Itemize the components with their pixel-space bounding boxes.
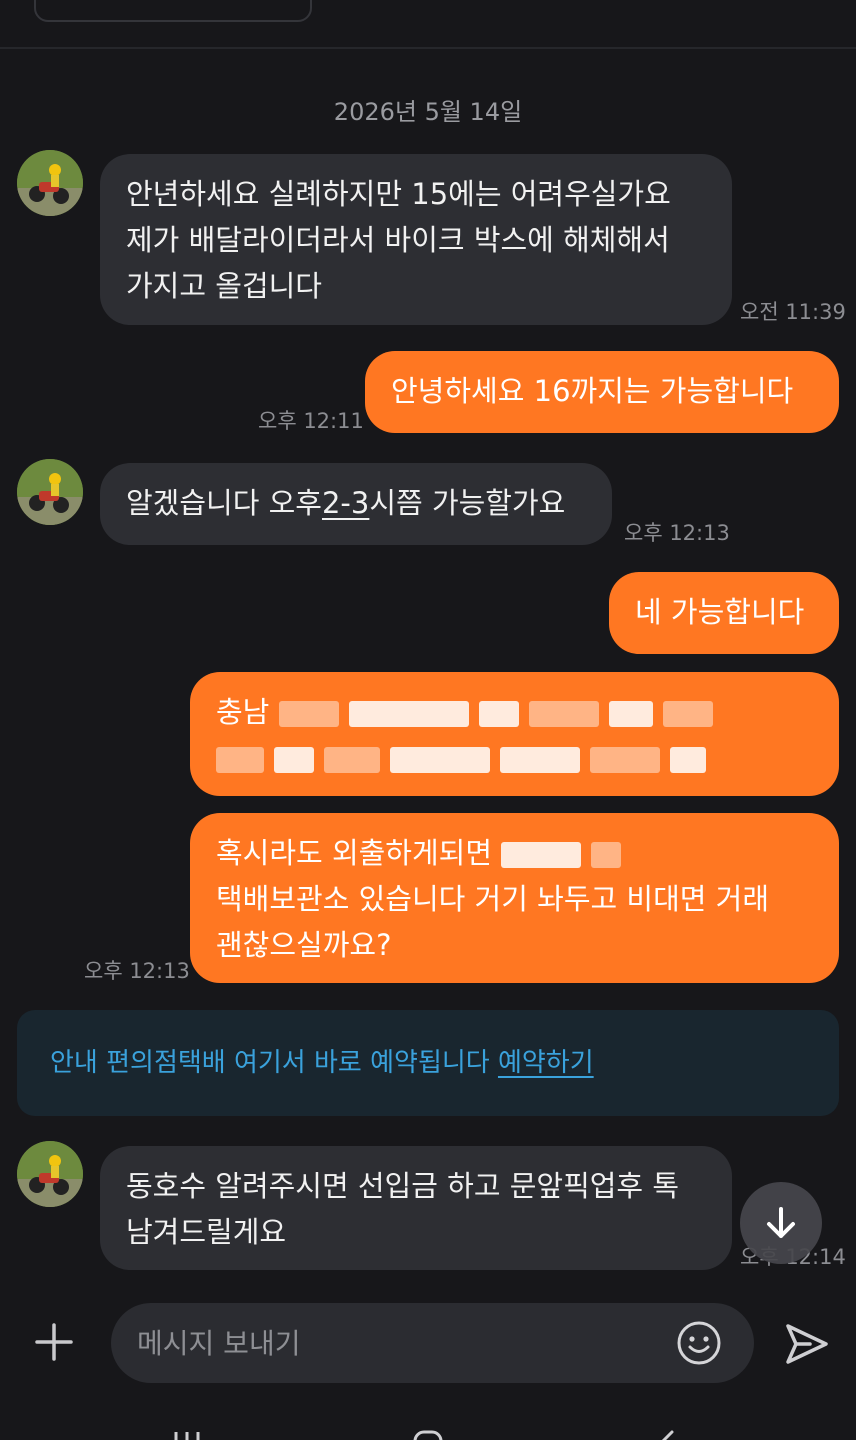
message-text: 가지고 올겁니다 — [126, 269, 322, 303]
message-bubble-received[interactable]: 안년하세요 실례하지만 15에는 어려우실가요 제가 배달라이더라서 바이크 박… — [100, 154, 732, 325]
avatar[interactable] — [17, 459, 83, 525]
date-separator: 2026년 5월 14일 — [333, 98, 523, 126]
message-text: 안녕하세요 16까지는 가능합니다 — [391, 374, 794, 408]
send-button[interactable] — [780, 1318, 832, 1370]
avatar[interactable] — [17, 150, 83, 216]
plus-icon — [35, 1323, 73, 1361]
message-text: 남겨드릴게요 — [126, 1215, 287, 1249]
message-link-text[interactable]: 2-3 — [322, 486, 369, 520]
add-attachment-button[interactable] — [28, 1316, 80, 1368]
message-bubble-received[interactable]: 알겠습니다 오후2-3시쯤 가능할가요 — [100, 463, 612, 545]
message-bubble-sent[interactable]: 네 가능합니다 — [609, 572, 839, 654]
message-composer — [111, 1303, 754, 1383]
home-icon[interactable] — [411, 1430, 445, 1440]
message-text: 네 가능합니다 — [635, 595, 805, 629]
message-text: 충남 — [216, 695, 270, 729]
message-text: 택배보관소 있습니다 거기 놔두고 비대면 거래 — [216, 882, 770, 916]
message-input[interactable] — [137, 1317, 657, 1369]
message-text: 혹시라도 외출하게되면 — [216, 836, 493, 870]
notice-banner[interactable]: 안내 편의점택배 여기서 바로 예약됩니다 예약하기 — [17, 1010, 839, 1116]
redacted-text — [216, 747, 706, 773]
top-divider — [0, 47, 856, 49]
message-text: 안년하세요 실례하지만 15에는 어려우실가요 — [126, 177, 671, 211]
message-text: 동호수 알려주시면 선입금 하고 문앞픽업후 톡 — [126, 1169, 680, 1203]
message-bubble-sent[interactable]: 충남 — [190, 672, 839, 796]
redacted-text — [501, 842, 622, 868]
back-icon[interactable] — [650, 1430, 684, 1440]
top-chip — [34, 0, 312, 22]
message-bubble-received[interactable]: 동호수 알려주시면 선입금 하고 문앞픽업후 톡 남겨드릴게요 — [100, 1146, 732, 1270]
message-text: 알겠습니다 오후 — [126, 486, 322, 520]
message-time: 오후 12:13 — [84, 959, 190, 983]
avatar[interactable] — [17, 1141, 83, 1207]
message-text: 제가 배달라이더라서 바이크 박스에 해체해서 — [126, 223, 670, 257]
message-bubble-sent[interactable]: 혹시라도 외출하게되면 택배보관소 있습니다 거기 놔두고 비대면 거래 괜찮으… — [190, 813, 839, 983]
emoji-button[interactable] — [676, 1320, 722, 1366]
reserve-link[interactable]: 예약하기 — [498, 1048, 594, 1078]
redacted-text — [278, 701, 713, 727]
system-nav-bar — [0, 1420, 856, 1440]
recent-apps-icon[interactable] — [170, 1430, 204, 1440]
message-bubble-sent[interactable]: 안녕하세요 16까지는 가능합니다 — [365, 351, 839, 433]
arrow-down-icon — [767, 1207, 795, 1238]
message-time: 오전 11:39 — [740, 300, 846, 324]
message-text: 괜찮으실까요? — [216, 928, 392, 962]
send-icon — [786, 1324, 828, 1364]
scroll-to-bottom-button[interactable] — [740, 1182, 822, 1264]
smiley-icon — [677, 1321, 721, 1365]
notice-label: 안내 편의점택배 여기서 바로 예약됩니다 — [50, 1048, 490, 1078]
message-text: 시쯤 가능할가요 — [369, 486, 566, 520]
message-time: 오후 12:11 — [258, 409, 364, 433]
message-time: 오후 12:13 — [624, 521, 730, 545]
